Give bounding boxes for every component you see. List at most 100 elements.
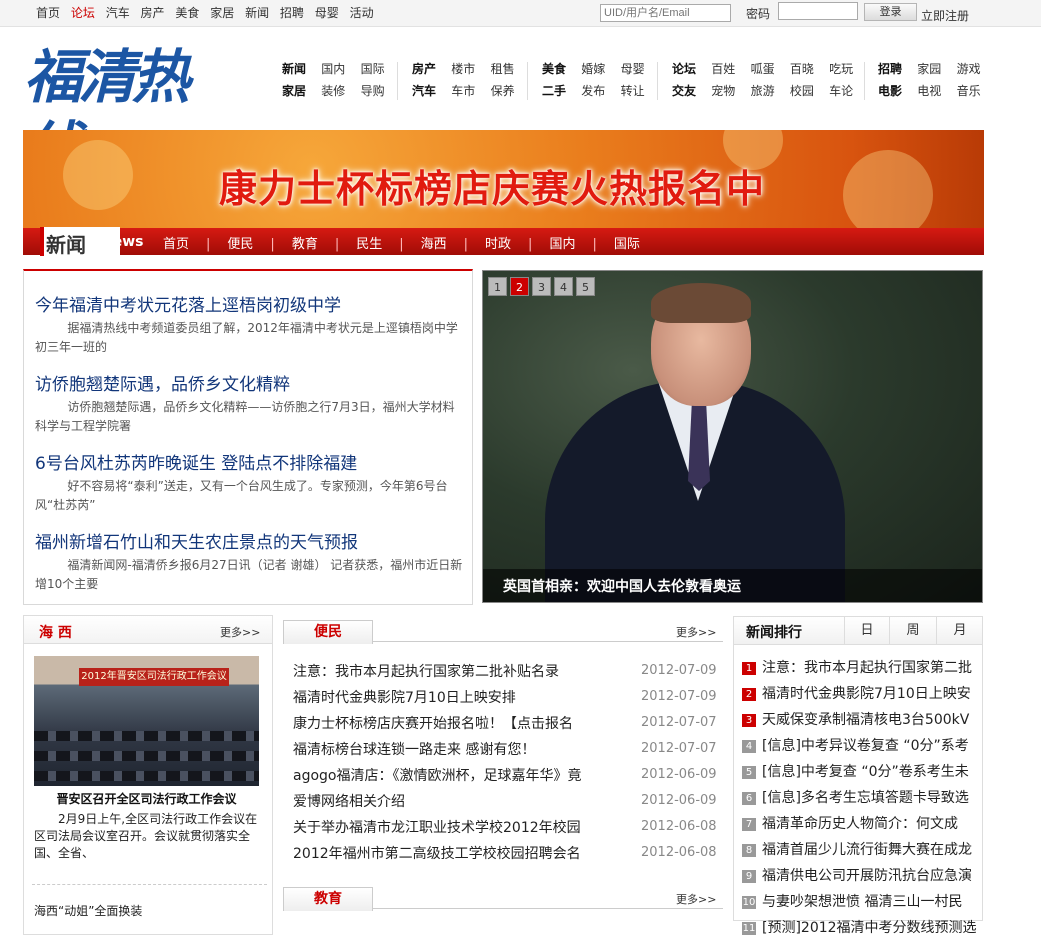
- top-nav-forum[interactable]: 论坛: [71, 6, 95, 20]
- bianmin-item[interactable]: 福清标榜台球连锁一路走来 感谢有您！: [293, 739, 535, 759]
- nav-wedding[interactable]: 婚嫁: [581, 62, 605, 76]
- ranking-item[interactable]: 4 [信息]中考异议卷复查 “0分”系考: [742, 735, 977, 755]
- nav-secondhand[interactable]: 二手: [542, 84, 566, 98]
- bianmin-item[interactable]: 福清时代金典影院7月10日上映安排: [293, 687, 516, 707]
- top-nav-news[interactable]: 新闻: [245, 6, 269, 20]
- ranking-item[interactable]: 6 [信息]多名考生忘填答题卡导致选: [742, 787, 977, 807]
- nav-people[interactable]: 百姓: [711, 62, 735, 76]
- nav-tv[interactable]: 电视: [917, 84, 941, 98]
- nav-baby[interactable]: 母婴: [621, 62, 645, 76]
- news-cat-service[interactable]: 便民: [227, 237, 253, 252]
- bianmin-item[interactable]: 爱博网络相关介绍: [293, 791, 405, 811]
- site-logo[interactable]: 福清热线: [22, 39, 222, 183]
- haixi-list-item[interactable]: 海西“动姐”全面换装: [34, 902, 142, 919]
- slide-page-5[interactable]: 5: [576, 277, 595, 296]
- nav-auto[interactable]: 汽车: [412, 84, 436, 98]
- nav-transfer[interactable]: 转让: [621, 84, 645, 98]
- nav-games[interactable]: 游戏: [957, 62, 981, 76]
- nav-maintenance[interactable]: 保养: [491, 84, 515, 98]
- haixi-photo-caption[interactable]: 晋安区召开全区司法行政工作会议: [34, 790, 259, 807]
- ranking-tab-month[interactable]: 月: [936, 617, 983, 645]
- nav-pets[interactable]: 宠物: [711, 84, 735, 98]
- username-input[interactable]: [600, 4, 731, 22]
- slide-page-3[interactable]: 3: [532, 277, 551, 296]
- news-cat-international[interactable]: 国际: [614, 237, 640, 252]
- nav-forum[interactable]: 论坛: [672, 62, 696, 76]
- nav-dating[interactable]: 交友: [672, 84, 696, 98]
- news-cat-livelihood[interactable]: 民生: [356, 237, 382, 252]
- ranking-item[interactable]: 8 福清首届少儿流行街舞大赛在成龙: [742, 839, 977, 859]
- nav-movies[interactable]: 电影: [878, 84, 902, 98]
- nav-domestic[interactable]: 国内: [321, 62, 345, 76]
- nav-car-forum[interactable]: 车论: [829, 84, 853, 98]
- headline-title[interactable]: 6号台风杜苏芮昨晚诞生 登陆点不排除福建: [35, 449, 357, 474]
- nav-rent[interactable]: 租售: [491, 62, 515, 76]
- ranking-item[interactable]: 10 与妻吵架想泄愤 福清三山一村民: [742, 891, 977, 911]
- nav-home-deco[interactable]: 家居: [282, 84, 306, 98]
- ranking-tab-day[interactable]: 日: [844, 617, 889, 645]
- news-cat-politics[interactable]: 时政: [485, 237, 511, 252]
- bianmin-item[interactable]: 关于举办福清市龙江职业技术学校2012年校园: [293, 817, 581, 837]
- password-input[interactable]: [778, 2, 858, 20]
- news-cat-haixi[interactable]: 海西: [421, 237, 447, 252]
- news-cat-home[interactable]: 首页: [163, 237, 189, 252]
- bianmin-item[interactable]: 2012年福州市第二高级技工学校校园招聘会名: [293, 843, 581, 863]
- nav-homeland[interactable]: 家园: [917, 62, 941, 76]
- bianmin-item[interactable]: 康力士杯标榜店庆赛开始报名啦！【点击报名: [293, 713, 573, 733]
- slide-page-2[interactable]: 2: [510, 277, 529, 296]
- nav-international[interactable]: 国际: [361, 62, 385, 76]
- bianmin-more-link[interactable]: 更多>>: [676, 624, 716, 640]
- headline-title[interactable]: 访侨胞翘楚际遇，品侨乡文化精粹: [35, 370, 290, 395]
- top-nav-baby[interactable]: 母婴: [315, 6, 339, 20]
- nav-food[interactable]: 美食: [542, 62, 566, 76]
- news-cat-domestic[interactable]: 国内: [549, 237, 575, 252]
- headline-title[interactable]: 福州新增石竹山和天生农庄景点的天气预报: [35, 528, 358, 553]
- jiaoyu-more-link[interactable]: 更多>>: [676, 891, 716, 907]
- news-cat-education[interactable]: 教育: [292, 237, 318, 252]
- top-nav-home-deco[interactable]: 家居: [210, 6, 234, 20]
- slide-page-1[interactable]: 1: [488, 277, 507, 296]
- login-button[interactable]: 登录: [864, 3, 917, 21]
- nav-news[interactable]: 新闻: [282, 62, 306, 76]
- top-nav-home[interactable]: 首页: [36, 6, 60, 20]
- tab-jiaoyu[interactable]: 教育: [283, 887, 373, 911]
- top-nav-jobs[interactable]: 招聘: [280, 6, 304, 20]
- haixi-title[interactable]: 海 西: [39, 622, 72, 642]
- ranking-tab-week[interactable]: 周: [889, 617, 936, 645]
- ranking-item[interactable]: 3 天威保变承制福清核电3台500kV: [742, 709, 977, 729]
- nav-guadan[interactable]: 呱蛋: [751, 62, 775, 76]
- slide-caption[interactable]: 英国首相亲：欢迎中国人去伦敦看奥运: [483, 569, 982, 602]
- nav-publish[interactable]: 发布: [581, 84, 605, 98]
- nav-music[interactable]: 音乐: [957, 84, 981, 98]
- ranking-item[interactable]: 1 注意：我市本月起执行国家第二批: [742, 657, 977, 677]
- photo-slideshow[interactable]: 1 2 3 4 5 英国首相亲：欢迎中国人去伦敦看奥运: [482, 270, 983, 603]
- nav-eat-play[interactable]: 吃玩: [829, 62, 853, 76]
- haixi-more-link[interactable]: 更多>>: [220, 624, 260, 640]
- nav-market[interactable]: 楼市: [451, 62, 475, 76]
- promo-banner[interactable]: 康力士杯标榜店庆赛火热报名中: [23, 130, 984, 228]
- headline-title[interactable]: 今年福清中考状元花落上逕梧岗初级中学: [35, 291, 341, 316]
- slide-page-4[interactable]: 4: [554, 277, 573, 296]
- ranking-item[interactable]: 7 福清革命历史人物简介：何文成: [742, 813, 977, 833]
- ranking-item[interactable]: 11 [预测]2012福清中考分数线预测选: [742, 917, 977, 937]
- ranking-item[interactable]: 5 [信息]中考复查 “0分”卷系考生未: [742, 761, 977, 781]
- ranking-item[interactable]: 2 福清时代金典影院7月10日上映安: [742, 683, 977, 703]
- top-nav-food[interactable]: 美食: [175, 6, 199, 20]
- ranking-item[interactable]: 9 福清供电公司开展防汛抗台应急演: [742, 865, 977, 885]
- nav-travel[interactable]: 旅游: [751, 84, 775, 98]
- nav-campus[interactable]: 校园: [790, 84, 814, 98]
- tab-bianmin[interactable]: 便民: [283, 620, 373, 644]
- nav-jobs[interactable]: 招聘: [878, 62, 902, 76]
- top-nav-events[interactable]: 活动: [350, 6, 374, 20]
- top-nav-house[interactable]: 房产: [141, 6, 165, 20]
- nav-shopping-guide[interactable]: 导购: [361, 84, 385, 98]
- nav-car-market[interactable]: 车市: [451, 84, 475, 98]
- register-link[interactable]: 立即注册: [921, 7, 969, 24]
- haixi-photo[interactable]: 2012年晋安区司法行政工作会议: [34, 656, 259, 786]
- bianmin-item[interactable]: agogo福清店：《激情欧洲杯，足球嘉年华》竟: [293, 765, 581, 785]
- bianmin-item[interactable]: 注意：我市本月起执行国家第二批补贴名录: [293, 661, 559, 681]
- nav-house[interactable]: 房产: [412, 62, 436, 76]
- nav-baixiao[interactable]: 百晓: [790, 62, 814, 76]
- nav-renovation[interactable]: 装修: [321, 84, 345, 98]
- top-nav-auto[interactable]: 汽车: [106, 6, 130, 20]
